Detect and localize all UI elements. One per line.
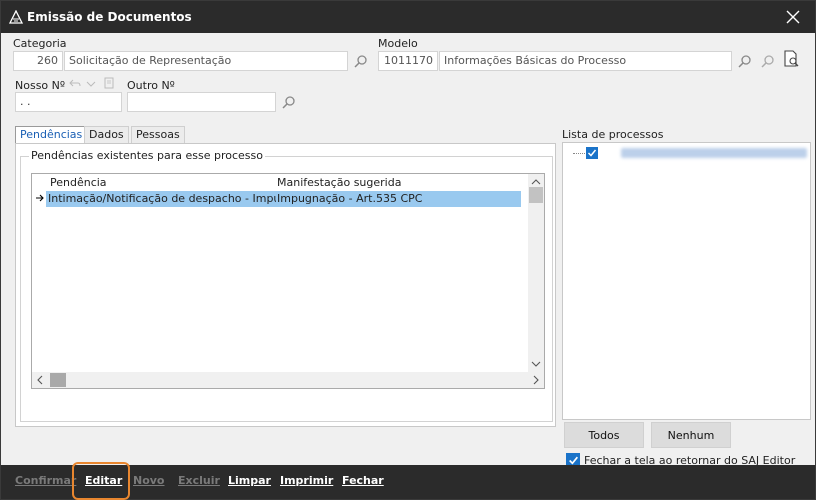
document-preview-icon[interactable] bbox=[783, 50, 799, 67]
column-header-pendencia[interactable]: Pendência bbox=[50, 176, 107, 189]
tab-pessoas[interactable]: Pessoas bbox=[131, 126, 185, 144]
nenhum-button[interactable]: Nenhum bbox=[651, 422, 731, 448]
vertical-scrollbar[interactable] bbox=[528, 174, 544, 372]
page-icon[interactable] bbox=[101, 75, 117, 91]
window-title: Emissão de Documentos bbox=[27, 10, 192, 24]
categoria-description-field[interactable]: Solicitação de Representação bbox=[64, 51, 348, 71]
novo-button[interactable]: Novo bbox=[133, 474, 165, 487]
chevron-down-icon[interactable] bbox=[83, 76, 99, 92]
cell-manifestacao: Impugnação - Art.535 CPC bbox=[277, 192, 423, 205]
pendencias-panel: Pendências existentes para esse processo… bbox=[15, 143, 556, 427]
undo-icon[interactable] bbox=[67, 76, 83, 92]
chevron-left-icon[interactable] bbox=[36, 375, 44, 388]
modelo-code-field[interactable]: 1011170 bbox=[378, 51, 438, 71]
chevron-right-icon[interactable] bbox=[532, 375, 540, 388]
fechar-button[interactable]: Fechar bbox=[342, 474, 384, 487]
search-icon[interactable] bbox=[281, 94, 297, 110]
modelo-label: Modelo bbox=[378, 37, 418, 50]
confirmar-button[interactable]: Confirmar bbox=[15, 474, 76, 487]
pendencias-group-title: Pendências existentes para esse processo bbox=[29, 149, 265, 162]
grid-header: Pendência Manifestação sugerida bbox=[32, 174, 521, 191]
table-row[interactable]: Intimação/Notificação de despacho - Impu… bbox=[32, 191, 521, 207]
outro-no-label: Outro Nº bbox=[127, 79, 175, 92]
editar-highlight bbox=[72, 462, 130, 500]
nosso-no-field[interactable]: . . bbox=[15, 92, 122, 112]
lista-processos-label: Lista de processos bbox=[562, 128, 664, 141]
pendencias-group: Pendências existentes para esse processo… bbox=[20, 149, 553, 422]
nosso-no-label: Nosso Nº bbox=[15, 79, 66, 92]
categoria-label: Categoria bbox=[13, 37, 67, 50]
title-bar: Emissão de Documentos bbox=[1, 1, 815, 33]
todos-button[interactable]: Todos bbox=[564, 422, 644, 448]
horizontal-scroll-thumb[interactable] bbox=[50, 373, 66, 387]
horizontal-scrollbar[interactable] bbox=[32, 372, 544, 388]
row-pointer-icon bbox=[35, 191, 45, 208]
close-icon[interactable] bbox=[771, 1, 815, 33]
dialog-content: Categoria 260 Solicitação de Representaç… bbox=[1, 33, 815, 467]
process-checkbox[interactable] bbox=[586, 147, 598, 159]
app-icon bbox=[8, 9, 24, 24]
lista-processos-tree[interactable] bbox=[562, 142, 811, 420]
search-icon[interactable] bbox=[353, 53, 369, 69]
column-header-manifestacao[interactable]: Manifestação sugerida bbox=[277, 176, 401, 189]
excluir-button[interactable]: Excluir bbox=[178, 474, 220, 487]
chevron-down-icon[interactable] bbox=[531, 358, 541, 371]
search-model-icon[interactable] bbox=[760, 53, 776, 69]
imprimir-button[interactable]: Imprimir bbox=[280, 474, 333, 487]
dialog-window: Emissão de Documentos Categoria 260 Soli… bbox=[0, 0, 816, 500]
limpar-button[interactable]: Limpar bbox=[228, 474, 271, 487]
process-item-redacted[interactable] bbox=[621, 148, 807, 158]
categoria-code-field[interactable]: 260 bbox=[13, 51, 63, 71]
outro-no-field[interactable] bbox=[127, 92, 276, 112]
modelo-description-field[interactable]: Informações Básicas do Processo bbox=[439, 51, 732, 71]
tree-connector bbox=[573, 153, 587, 154]
search-icon[interactable] bbox=[737, 53, 753, 69]
pendencias-grid[interactable]: Pendência Manifestação sugerida Intimaçã… bbox=[31, 173, 545, 389]
tab-dados[interactable]: Dados bbox=[84, 126, 129, 144]
vertical-scroll-thumb[interactable] bbox=[529, 187, 543, 203]
cell-pendencia: Intimação/Notificação de despacho - Impu… bbox=[48, 192, 276, 205]
